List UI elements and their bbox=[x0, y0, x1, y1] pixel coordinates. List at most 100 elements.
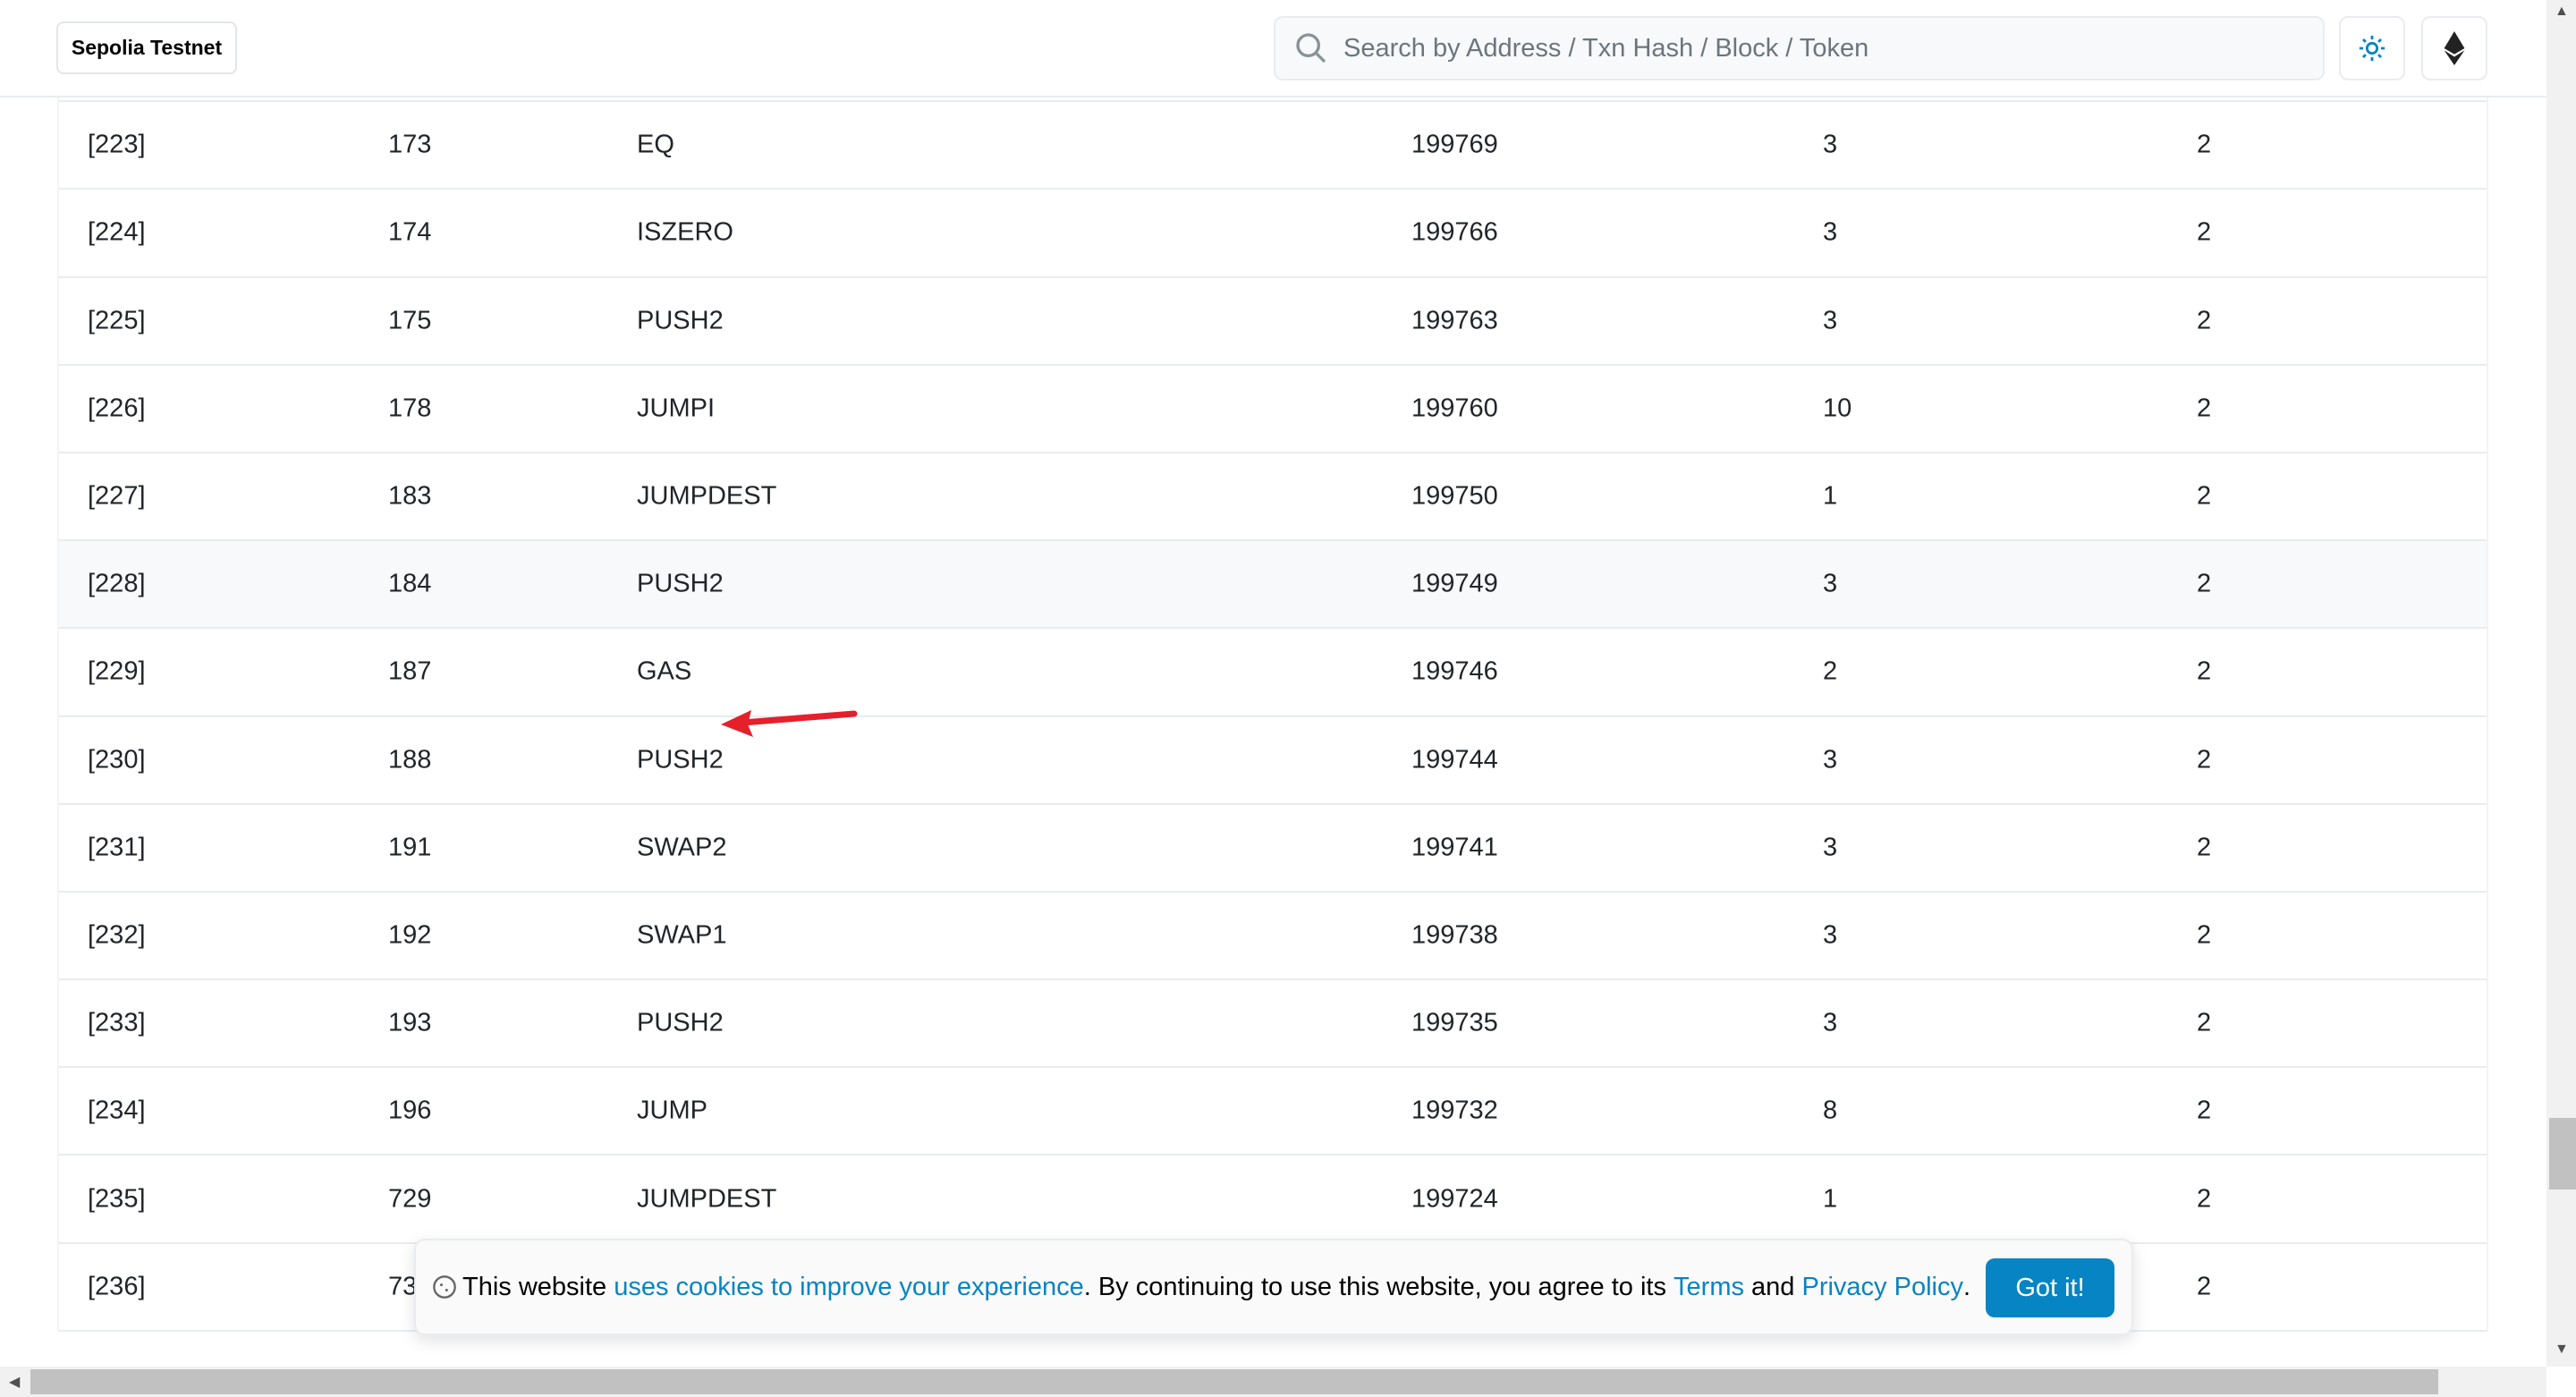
cell-gas: 199738 bbox=[1411, 920, 1498, 950]
cell-pc: 191 bbox=[388, 833, 432, 862]
cell-pc: 175 bbox=[388, 306, 432, 335]
cell-depth: 2 bbox=[2197, 1272, 2212, 1301]
got-it-button[interactable]: Got it! bbox=[1986, 1258, 2114, 1317]
table-row: [235] 729 JUMPDEST 199724 1 2 bbox=[59, 1156, 2487, 1244]
cell-depth: 2 bbox=[2197, 394, 2212, 423]
cell-depth: 2 bbox=[2197, 656, 2212, 686]
cell-pc: 187 bbox=[388, 656, 432, 686]
cookie-text: . bbox=[1962, 1272, 1971, 1301]
cell-opcode: GAS bbox=[637, 656, 692, 686]
cell-pc: 173 bbox=[388, 130, 432, 159]
table-row: [229] 187 GAS 199746 2 2 bbox=[59, 629, 2487, 717]
horizontal-scroll-thumb[interactable] bbox=[30, 1369, 2438, 1394]
table-row: [223] 173 EQ 199769 3 2 bbox=[59, 102, 2487, 190]
cell-gas: 199763 bbox=[1411, 306, 1498, 335]
cell-step: [227] bbox=[88, 481, 146, 511]
cell-depth: 2 bbox=[2197, 1184, 2212, 1214]
network-selector-button[interactable] bbox=[2421, 16, 2487, 80]
scroll-left-arrow[interactable]: ◀ bbox=[9, 1373, 20, 1391]
scroll-down-arrow[interactable]: ▼ bbox=[2555, 1342, 2569, 1358]
cell-step: [226] bbox=[88, 394, 146, 423]
table-row: [230] 188 PUSH2 199744 3 2 bbox=[59, 717, 2487, 805]
cell-opcode: SWAP1 bbox=[637, 920, 727, 950]
cell-gas: 199749 bbox=[1411, 569, 1498, 598]
cookie-text: This website bbox=[462, 1272, 614, 1301]
cell-step: [235] bbox=[88, 1184, 146, 1214]
cell-gas: 199769 bbox=[1411, 130, 1498, 159]
cell-gas-cost: 3 bbox=[1823, 745, 1838, 775]
cell-gas-cost: 1 bbox=[1823, 1184, 1838, 1214]
red-arrow-annotation bbox=[721, 710, 858, 737]
search-box[interactable] bbox=[1274, 16, 2325, 80]
cell-step: [232] bbox=[88, 920, 146, 950]
cell-gas-cost: 3 bbox=[1823, 833, 1838, 862]
cell-opcode: SWAP2 bbox=[637, 833, 727, 862]
cell-depth: 2 bbox=[2197, 217, 2212, 247]
cell-step: [225] bbox=[88, 306, 146, 335]
cell-depth: 2 bbox=[2197, 481, 2212, 511]
cell-opcode: EQ bbox=[637, 130, 674, 159]
cookie-text: . By continuing to use this website, you… bbox=[1083, 1272, 1674, 1301]
ethereum-icon bbox=[2444, 31, 2465, 65]
table-row: [226] 178 JUMPI 199760 10 2 bbox=[59, 366, 2487, 453]
cell-depth: 2 bbox=[2197, 569, 2212, 598]
table-row: [224] 174 ISZERO 199766 3 2 bbox=[59, 190, 2487, 278]
cell-pc: 192 bbox=[388, 920, 432, 950]
sun-icon bbox=[2359, 35, 2385, 62]
cell-depth: 2 bbox=[2197, 920, 2212, 950]
cell-gas-cost: 3 bbox=[1823, 130, 1838, 159]
privacy-policy-link[interactable]: Privacy Policy bbox=[1801, 1273, 1963, 1302]
cell-depth: 2 bbox=[2197, 1096, 2212, 1125]
cookie-policy-link[interactable]: uses cookies to improve your experience bbox=[614, 1273, 1083, 1302]
cell-step: [223] bbox=[88, 130, 146, 159]
cell-opcode: JUMP bbox=[637, 1096, 708, 1125]
cell-step: [224] bbox=[88, 217, 146, 247]
cell-opcode: JUMPDEST bbox=[637, 1184, 777, 1214]
table-row: [232] 192 SWAP1 199738 3 2 bbox=[59, 893, 2487, 981]
search-input[interactable] bbox=[1343, 33, 2238, 64]
cell-gas: 199750 bbox=[1411, 481, 1498, 511]
table-row: [225] 175 PUSH2 199763 3 2 bbox=[59, 278, 2487, 366]
cookie-text: and bbox=[1743, 1272, 1802, 1301]
cookie-banner: This website uses cookies to improve you… bbox=[414, 1239, 2133, 1335]
cell-gas-cost: 10 bbox=[1823, 394, 1852, 423]
scroll-up-arrow[interactable]: ▲ bbox=[2555, 4, 2569, 20]
cell-pc: 729 bbox=[388, 1184, 432, 1214]
cell-opcode: PUSH2 bbox=[637, 1008, 724, 1037]
cell-gas-cost: 3 bbox=[1823, 920, 1838, 950]
cell-gas: 199741 bbox=[1411, 833, 1498, 862]
cell-step: [230] bbox=[88, 745, 146, 775]
cell-step: [228] bbox=[88, 569, 146, 598]
cell-gas: 199744 bbox=[1411, 745, 1498, 775]
cell-pc: 178 bbox=[388, 394, 432, 423]
horizontal-scrollbar[interactable]: ◀ bbox=[0, 1367, 2546, 1397]
cell-step: [231] bbox=[88, 833, 146, 862]
cell-pc: 188 bbox=[388, 745, 432, 775]
theme-toggle-button[interactable] bbox=[2339, 16, 2405, 80]
cell-gas-cost: 3 bbox=[1823, 306, 1838, 335]
cell-pc: 183 bbox=[388, 481, 432, 511]
terms-link[interactable]: Terms bbox=[1674, 1273, 1744, 1302]
cell-gas-cost: 8 bbox=[1823, 1096, 1838, 1125]
cell-gas: 199735 bbox=[1411, 1008, 1498, 1037]
opcode-table: [222]172ORIGIN19977122[223]173EQ19976932… bbox=[57, 14, 2488, 1332]
table-row: [231] 191 SWAP2 199741 3 2 bbox=[59, 805, 2487, 893]
cell-depth: 2 bbox=[2197, 306, 2212, 335]
vertical-scrollbar[interactable]: ▲ ▼ bbox=[2546, 0, 2576, 1367]
table-row: [233] 193 PUSH2 199735 3 2 bbox=[59, 980, 2487, 1069]
search-icon bbox=[1296, 33, 1326, 64]
cell-depth: 2 bbox=[2197, 130, 2212, 159]
cell-depth: 2 bbox=[2197, 745, 2212, 775]
cell-opcode: PUSH2 bbox=[637, 306, 724, 335]
vertical-scroll-thumb[interactable] bbox=[2549, 1118, 2576, 1190]
cell-gas: 199746 bbox=[1411, 656, 1498, 686]
table-row: [234] 196 JUMP 199732 8 2 bbox=[59, 1068, 2487, 1156]
network-button[interactable]: Sepolia Testnet bbox=[56, 21, 237, 74]
cell-gas-cost: 1 bbox=[1823, 481, 1838, 511]
header: Sepolia Testnet bbox=[0, 0, 2546, 97]
cell-opcode: ISZERO bbox=[637, 217, 733, 247]
cell-step: [233] bbox=[88, 1008, 146, 1037]
cell-pc: 174 bbox=[388, 217, 432, 247]
cell-gas-cost: 3 bbox=[1823, 1008, 1838, 1037]
cell-depth: 2 bbox=[2197, 1008, 2212, 1037]
